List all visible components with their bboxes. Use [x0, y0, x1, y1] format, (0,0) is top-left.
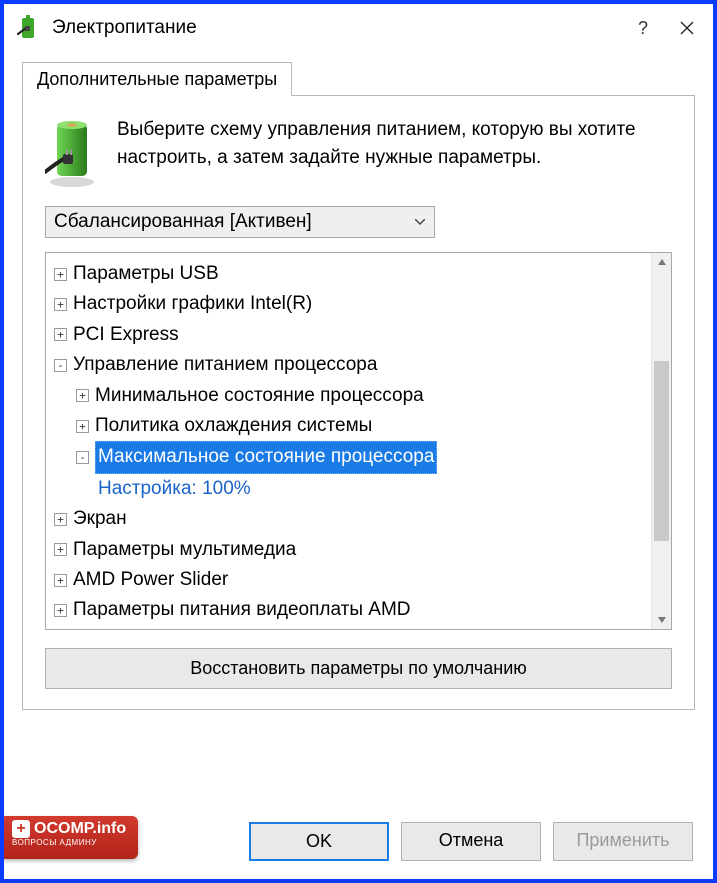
tree-node[interactable]: + Параметры питания видеоплаты AMD	[54, 595, 647, 625]
expand-icon[interactable]: +	[54, 328, 67, 341]
restore-defaults-button[interactable]: Восстановить параметры по умолчанию	[45, 648, 672, 689]
tree-node[interactable]: + AMD Power Slider	[54, 565, 647, 595]
settings-tree-container: + Параметры USB + Настройки графики Intel(R…	[45, 252, 672, 630]
scrollbar-track[interactable]	[652, 271, 671, 611]
tree-node-label: Политика охлаждения системы	[95, 411, 372, 441]
battery-plug-icon	[16, 14, 44, 42]
expand-icon[interactable]: +	[76, 389, 89, 402]
cancel-button[interactable]: Отмена	[401, 822, 541, 861]
tab-advanced-settings[interactable]: Дополнительные параметры	[22, 62, 292, 96]
tree-node-label: Управление питанием процессора	[73, 350, 377, 380]
tree-node[interactable]: + Настройки графики Intel(R)	[54, 289, 647, 319]
expand-icon[interactable]: +	[54, 298, 67, 311]
tree-node-label: Минимальное состояние процессора	[95, 381, 424, 411]
tree-node[interactable]: + Политика охлаждения системы	[54, 411, 647, 441]
window-frame: Электропитание ? Дополнительные параметр…	[0, 0, 717, 883]
expand-icon[interactable]: +	[54, 574, 67, 587]
scroll-up-icon[interactable]	[652, 253, 671, 271]
watermark-subtext: ВОПРОСЫ АДМИНУ	[12, 839, 126, 847]
tree-node[interactable]: -Максимальное состояние процессора	[54, 441, 647, 473]
tree-node-label: Экран	[73, 504, 127, 534]
window-title: Электропитание	[52, 17, 621, 39]
chevron-down-icon	[414, 216, 426, 228]
tree-node[interactable]: + PCI Express	[54, 320, 647, 350]
intro-row: Выберите схему управления питанием, кото…	[45, 116, 672, 188]
close-button[interactable]	[665, 10, 709, 46]
expand-icon[interactable]: +	[54, 543, 67, 556]
collapse-icon[interactable]: -	[54, 359, 67, 372]
tree-node-label: Параметры питания видеоплаты AMD	[73, 595, 411, 625]
tree-node[interactable]: + Минимальное состояние процессора	[54, 381, 647, 411]
battery-large-icon	[45, 116, 99, 188]
expand-icon[interactable]: +	[54, 604, 67, 617]
power-plan-selected: Сбалансированная [Активен]	[54, 211, 414, 233]
tree-node[interactable]: + Экран	[54, 504, 647, 534]
power-plan-dropdown[interactable]: Сбалансированная [Активен]	[45, 206, 435, 238]
title-bar: Электропитание ?	[4, 4, 713, 52]
tree-setting-value[interactable]: Настройка: 100%	[54, 474, 647, 504]
help-button[interactable]: ?	[621, 10, 665, 46]
scrollbar[interactable]	[651, 253, 671, 629]
tab-panel: Выберите схему управления питанием, кото…	[22, 95, 695, 710]
watermark-badge: +OCOMP.info ВОПРОСЫ АДМИНУ	[0, 816, 138, 859]
expand-icon[interactable]: +	[54, 513, 67, 526]
scroll-down-icon[interactable]	[652, 611, 671, 629]
plus-icon: +	[12, 820, 30, 838]
tree-node-label: Параметры USB	[73, 259, 219, 289]
tree-node-label: PCI Express	[73, 320, 179, 350]
tree-node-label: Параметры мультимедиа	[73, 535, 296, 565]
tree-node[interactable]: + Параметры USB	[54, 259, 647, 289]
expand-icon[interactable]: +	[54, 268, 67, 281]
settings-tree[interactable]: + Параметры USB + Настройки графики Intel(R…	[46, 253, 651, 629]
expand-icon[interactable]: +	[76, 420, 89, 433]
tab-area: Дополнительные параметры	[22, 62, 695, 710]
tab-strip: Дополнительные параметры	[22, 62, 695, 95]
watermark-text: OCOMP.info	[34, 820, 126, 837]
tree-node-label: AMD Power Slider	[73, 565, 228, 595]
intro-text: Выберите схему управления питанием, кото…	[117, 116, 672, 188]
collapse-icon[interactable]: -	[76, 451, 89, 464]
tree-setting-label: Настройка: 100%	[98, 474, 251, 504]
tree-node[interactable]: + Параметры мультимедиа	[54, 535, 647, 565]
tree-node-label: Настройки графики Intel(R)	[73, 289, 312, 319]
tree-node-label: Максимальное состояние процессора	[95, 441, 437, 473]
ok-button[interactable]: OK	[249, 822, 389, 861]
apply-button[interactable]: Применить	[553, 822, 693, 861]
tree-node[interactable]: -Управление питанием процессора	[54, 350, 647, 380]
scrollbar-thumb[interactable]	[654, 361, 669, 541]
